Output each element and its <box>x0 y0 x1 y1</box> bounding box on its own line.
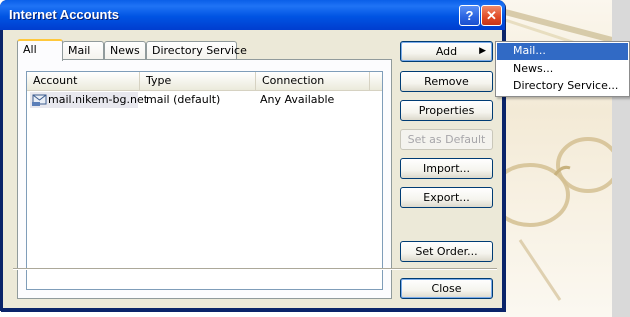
menu-item-news[interactable]: News... <box>497 61 628 78</box>
set-as-default-button[interactable]: Set as Default <box>400 129 493 150</box>
account-cell: mail.nikem-bg.net <box>30 92 148 108</box>
tab-label: News <box>110 44 140 57</box>
properties-button[interactable]: Properties <box>400 100 493 121</box>
menu-item-mail[interactable]: Mail... <box>497 43 628 60</box>
help-button[interactable]: ? <box>459 5 480 26</box>
separator <box>13 268 497 270</box>
close-button[interactable]: Close <box>400 278 493 299</box>
column-header-filler <box>370 72 382 90</box>
tab-label: All <box>23 43 37 56</box>
dialog-body: All Mail News Directory Service Account … <box>3 30 502 308</box>
remove-button[interactable]: Remove <box>400 71 493 92</box>
add-button-label: Add <box>435 45 458 58</box>
tab-label: Mail <box>68 44 91 57</box>
internet-accounts-dialog: Internet Accounts ? ✕ All Mail News Dire… <box>0 0 505 311</box>
title-bar[interactable]: Internet Accounts ? ✕ <box>0 0 505 30</box>
close-icon: ✕ <box>486 8 497 23</box>
table-row[interactable]: mail.nikem-bg.net mail (default) Any Ava… <box>27 92 382 108</box>
window-title: Internet Accounts <box>9 7 120 22</box>
account-type: mail (default) <box>146 93 221 106</box>
list-header: Account Type Connection <box>27 72 382 91</box>
account-connection: Any Available <box>260 93 335 106</box>
tab-all[interactable]: All <box>17 39 63 61</box>
column-header-account[interactable]: Account <box>27 72 140 90</box>
mail-account-icon <box>32 94 47 106</box>
close-window-button[interactable]: ✕ <box>481 5 502 26</box>
add-button[interactable]: Add ▶ <box>400 41 493 62</box>
tab-news[interactable]: News <box>104 41 146 59</box>
column-header-connection[interactable]: Connection <box>256 72 370 90</box>
submenu-arrow-icon: ▶ <box>479 46 486 56</box>
account-name: mail.nikem-bg.net <box>48 93 149 106</box>
tab-panel-all: Account Type Connection mail.nikem-bg.ne… <box>17 59 392 299</box>
column-header-type[interactable]: Type <box>140 72 256 90</box>
export-button[interactable]: Export... <box>400 187 493 208</box>
tab-mail[interactable]: Mail <box>62 41 104 59</box>
import-button[interactable]: Import... <box>400 158 493 179</box>
tab-label: Directory Service <box>152 44 247 57</box>
set-order-button[interactable]: Set Order... <box>400 241 493 262</box>
menu-item-directory-service[interactable]: Directory Service... <box>497 78 628 95</box>
accounts-list[interactable]: Account Type Connection mail.nikem-bg.ne… <box>26 71 383 290</box>
help-icon: ? <box>465 8 474 23</box>
tab-directory-service[interactable]: Directory Service <box>146 41 247 59</box>
add-menu: Mail... News... Directory Service... <box>495 41 630 97</box>
